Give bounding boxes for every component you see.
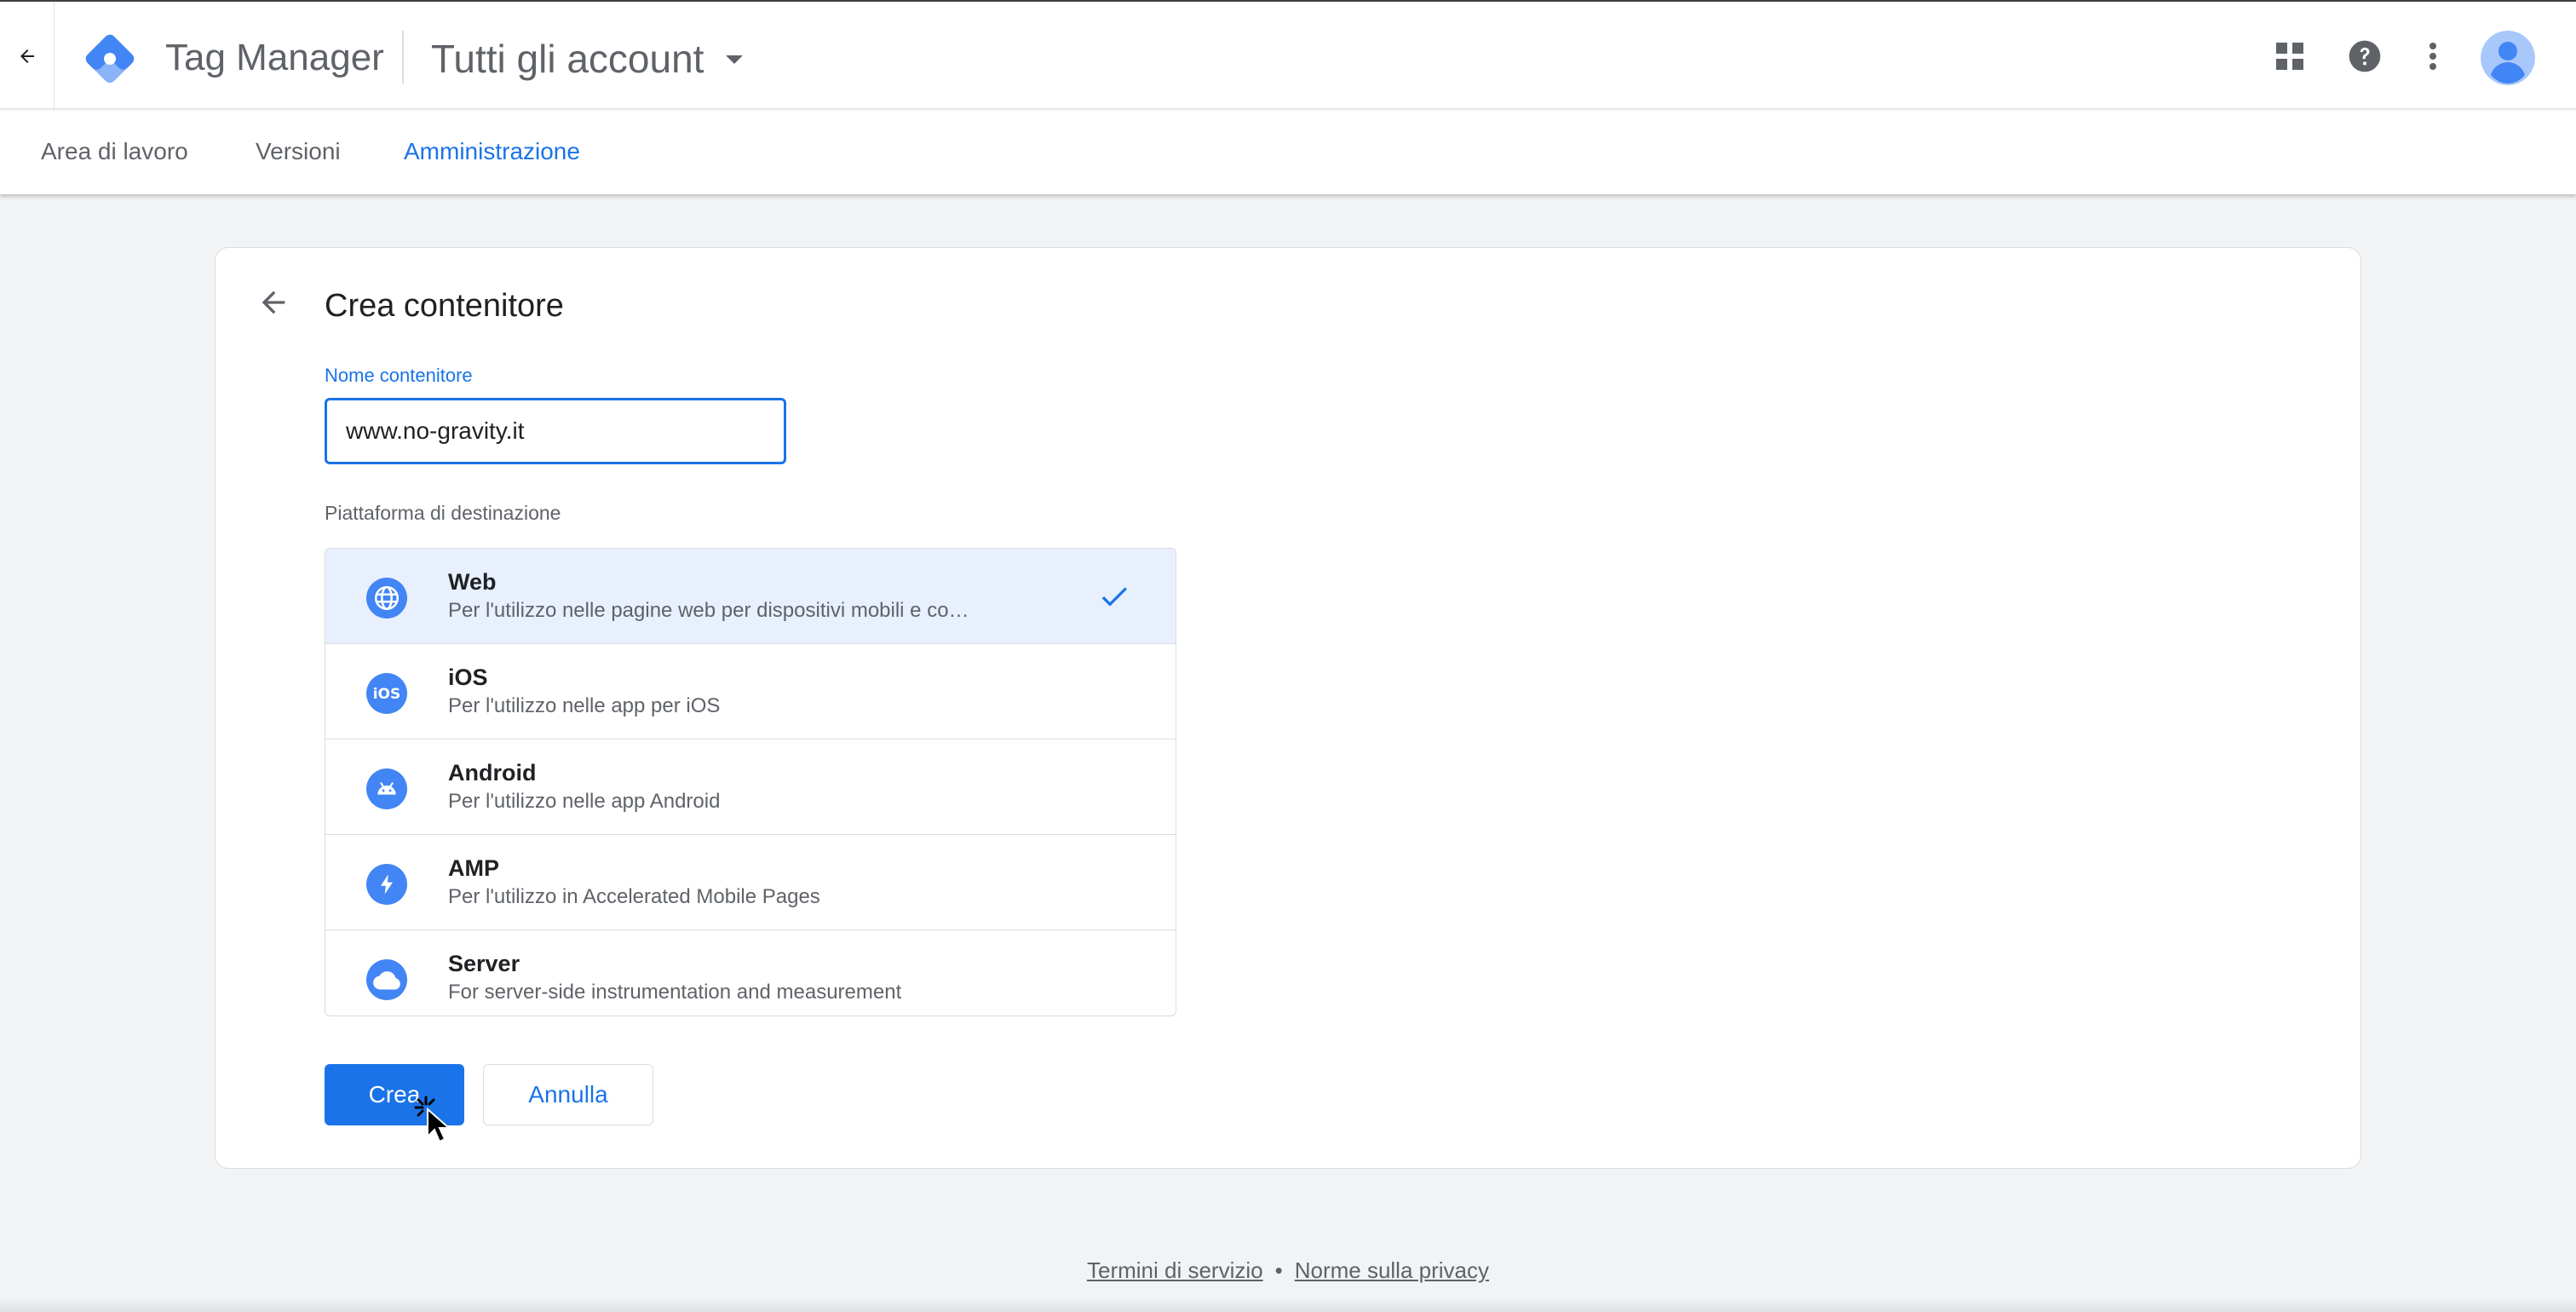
target-platform-label: Piattaforma di destinazione bbox=[325, 502, 561, 524]
lightning-icon bbox=[366, 864, 407, 905]
privacy-link[interactable]: Norme sulla privacy bbox=[1295, 1257, 1489, 1283]
account-avatar[interactable] bbox=[2481, 31, 2535, 85]
nav-tabs: Area di lavoro Versioni Amministrazione bbox=[0, 111, 2576, 194]
more-options-button[interactable] bbox=[2406, 29, 2460, 83]
svg-text:iOS: iOS bbox=[373, 686, 401, 703]
platform-description: For server-side instrumentation and meas… bbox=[448, 981, 902, 1004]
help-button[interactable] bbox=[2337, 29, 2392, 83]
platform-name: Server bbox=[448, 951, 520, 976]
account-label: Tutti gli account bbox=[431, 37, 704, 81]
platform-option-web[interactable]: Web Per l'utilizzo nelle pagine web per … bbox=[325, 549, 1176, 644]
app-bar: Tag Manager Tutti gli account bbox=[0, 0, 2576, 111]
create-container-card: Crea contenitore Nome contenitore Piatta… bbox=[215, 247, 2361, 1169]
platform-description: Per l'utilizzo nelle app Android bbox=[448, 790, 721, 813]
back-button[interactable] bbox=[0, 2, 55, 111]
platform-name: AMP bbox=[448, 855, 499, 881]
user-avatar-icon bbox=[2481, 31, 2535, 85]
android-icon bbox=[366, 768, 407, 809]
cancel-button[interactable]: Annulla bbox=[483, 1064, 653, 1125]
platform-option-amp[interactable]: AMP Per l'utilizzo in Accelerated Mobile… bbox=[325, 835, 1176, 930]
tab-area-di-lavoro[interactable]: Area di lavoro bbox=[41, 136, 188, 167]
platform-option-ios[interactable]: iOS iOS Per l'utilizzo nelle app per iOS bbox=[325, 644, 1176, 739]
tag-manager-logo bbox=[85, 34, 135, 83]
platform-description: Per l'utilizzo in Accelerated Mobile Pag… bbox=[448, 885, 820, 908]
platform-list: Web Per l'utilizzo nelle pagine web per … bbox=[325, 548, 1176, 1016]
platform-name: Android bbox=[448, 760, 537, 785]
arrow-back-icon bbox=[262, 291, 285, 314]
help-icon bbox=[2349, 40, 2381, 72]
platform-option-android[interactable]: Android Per l'utilizzo nelle app Android bbox=[325, 739, 1176, 835]
check-icon bbox=[1101, 587, 1127, 607]
terms-link[interactable]: Termini di servizio bbox=[1087, 1257, 1263, 1283]
mouse-pointer-icon bbox=[414, 1096, 451, 1143]
product-name: Tag Manager bbox=[165, 37, 384, 78]
card-back-button[interactable] bbox=[250, 279, 297, 326]
container-name-label: Nome contenitore bbox=[325, 365, 473, 386]
tab-versioni[interactable]: Versioni bbox=[256, 136, 341, 167]
platform-option-server[interactable]: Server For server-side instrumentation a… bbox=[325, 930, 1176, 1016]
platform-description: Per l'utilizzo nelle app per iOS bbox=[448, 694, 721, 717]
bottom-shade bbox=[0, 1300, 2576, 1312]
apps-button[interactable] bbox=[2263, 29, 2317, 83]
more-vert-icon bbox=[2429, 43, 2436, 70]
tab-amministrazione[interactable]: Amministrazione bbox=[404, 136, 580, 167]
ios-icon: iOS bbox=[366, 673, 407, 714]
account-switcher[interactable]: Tutti gli account bbox=[431, 32, 744, 85]
footer-separator: • bbox=[1274, 1257, 1283, 1283]
footer: Termini di servizio • Norme sulla privacy bbox=[0, 1256, 2576, 1285]
apps-grid-icon bbox=[2276, 43, 2303, 70]
dropdown-caret-icon bbox=[726, 55, 744, 64]
globe-icon bbox=[366, 578, 407, 619]
container-name-input[interactable] bbox=[325, 398, 786, 464]
page-title: Crea contenitore bbox=[325, 288, 564, 324]
platform-description: Per l'utilizzo nelle pagine web per disp… bbox=[448, 599, 969, 622]
platform-name: Web bbox=[448, 569, 497, 595]
arrow-back-icon bbox=[20, 49, 34, 63]
platform-name: iOS bbox=[448, 665, 488, 690]
cloud-icon bbox=[366, 959, 407, 1000]
header-divider bbox=[402, 31, 404, 83]
